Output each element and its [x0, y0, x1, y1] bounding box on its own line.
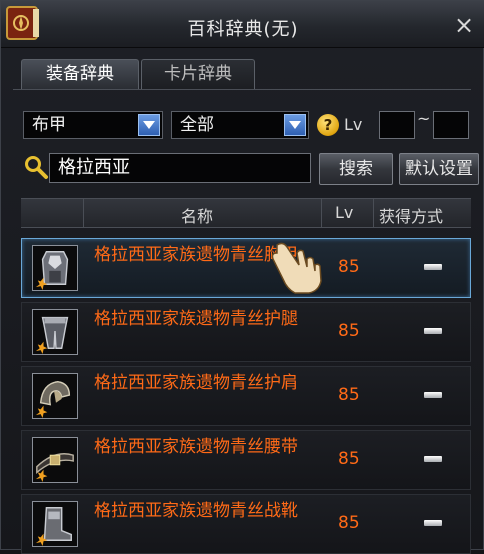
boots-icon [32, 501, 78, 547]
header-divider [83, 199, 84, 227]
item-name: 格拉西亚家族遗物青丝护肩 [94, 373, 298, 393]
title-bar[interactable]: 百科辞典(无) × [1, 1, 484, 48]
dash-icon [424, 520, 442, 526]
armor-type-select[interactable]: 布甲 [23, 111, 163, 139]
table-row[interactable]: 格拉西亚家族遗物青丝护腿 85 [21, 302, 471, 362]
column-header-lv[interactable]: Lv [335, 203, 353, 222]
item-level: 85 [338, 257, 360, 277]
item-level: 85 [338, 321, 360, 341]
table-row[interactable]: 格拉西亚家族遗物青丝腰带 85 [21, 430, 471, 490]
level-label: Lv [344, 115, 363, 134]
level-range-separator: ~ [417, 109, 431, 128]
item-name: 格拉西亚家族遗物青丝护腿 [94, 309, 298, 329]
tab-card-dictionary[interactable]: 卡片辞典 [141, 59, 255, 89]
table-row[interactable]: 格拉西亚家族遗物青丝战靴 85 [21, 494, 471, 554]
default-settings-button[interactable]: 默认设置 [399, 153, 479, 185]
chest-armor-icon [32, 245, 78, 291]
armor-type-value: 布甲 [32, 115, 66, 135]
dash-icon [424, 328, 442, 334]
dash-icon [424, 392, 442, 398]
tab-equipment-dictionary[interactable]: 装备辞典 [21, 59, 139, 89]
column-header-name[interactable]: 名称 [181, 203, 213, 227]
search-input[interactable]: 格拉西亚 [49, 153, 311, 183]
header-divider [321, 199, 322, 227]
column-header-source[interactable]: 获得方式 [379, 203, 443, 227]
window-title: 百科辞典(无) [187, 19, 299, 40]
item-name: 格拉西亚家族遗物青丝战靴 [94, 501, 298, 521]
hand-cursor-icon [271, 242, 322, 294]
close-button[interactable]: × [451, 13, 477, 39]
item-name: 格拉西亚家族遗物青丝腰带 [94, 437, 298, 457]
shoulder-armor-icon [32, 373, 78, 419]
belt-icon [32, 437, 78, 483]
dash-icon [424, 456, 442, 462]
level-min-input[interactable] [379, 111, 415, 139]
item-level: 85 [338, 449, 360, 469]
search-button[interactable]: 搜索 [319, 153, 393, 185]
category-select[interactable]: 全部 [171, 111, 309, 139]
tab-divider [13, 89, 471, 90]
leg-armor-icon [32, 309, 78, 355]
item-level: 85 [338, 385, 360, 405]
table-row[interactable]: 格拉西亚家族遗物青丝护肩 85 [21, 366, 471, 426]
item-level: 85 [338, 513, 360, 533]
category-value: 全部 [180, 115, 214, 135]
dash-icon [424, 264, 442, 270]
help-icon[interactable]: ? [317, 114, 339, 136]
search-icon [25, 156, 48, 179]
chevron-down-icon[interactable] [138, 114, 160, 136]
chevron-down-icon[interactable] [284, 114, 306, 136]
header-divider [373, 199, 374, 227]
encyclopedia-window: 百科辞典(无) × 装备辞典 卡片辞典 布甲 全部 ? Lv ~ 格拉西亚 搜索… [0, 0, 484, 554]
table-row[interactable]: 格拉西亚家族遗物青丝胸甲 85 [21, 238, 471, 298]
table-header: 名称 Lv 获得方式 [21, 198, 471, 228]
level-max-input[interactable] [433, 111, 469, 139]
